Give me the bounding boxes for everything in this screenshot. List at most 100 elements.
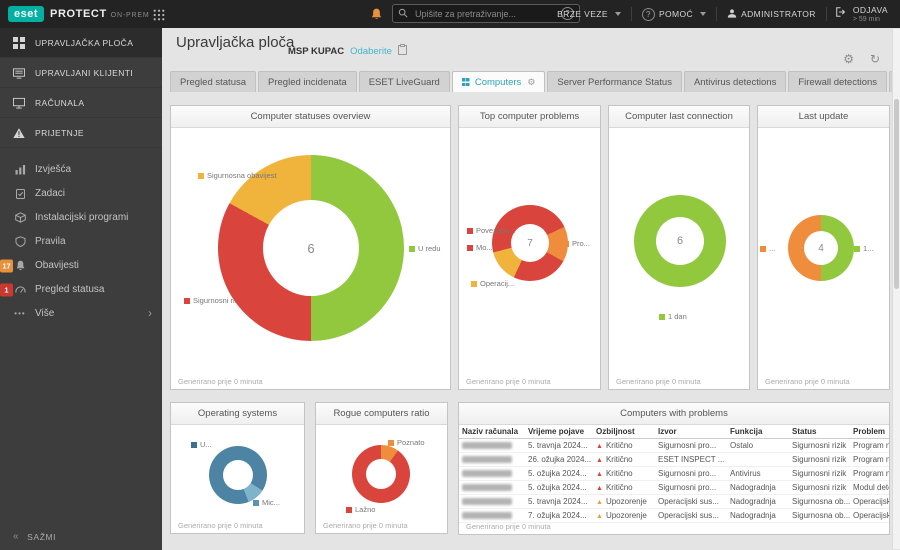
card-title[interactable]: Computer statuses overview (171, 106, 450, 128)
card-title[interactable]: Computer last connection (609, 106, 749, 128)
tab-label: Server Performance Status (557, 77, 672, 88)
app-grid-icon[interactable] (153, 8, 165, 26)
quick-links-label: BRZE VEZE (557, 9, 608, 19)
policies-shield-icon (14, 236, 26, 247)
sidebar-item-pravila[interactable]: Pravila (0, 229, 162, 253)
card-computer-last-connection: Computer last connection 6 1 dan Generir… (608, 105, 750, 390)
column-header-vrijeme-pojave[interactable]: Vrijeme pojave (525, 424, 593, 439)
column-header-ozbiljnost[interactable]: Ozbiljnost (593, 424, 655, 439)
dashboard-settings-gear-icon[interactable]: ⚙ (843, 52, 854, 66)
cell-function: Nadogradnja (727, 481, 789, 495)
donut-total: 6 (677, 235, 683, 247)
logout-label: ODJAVA (853, 5, 888, 15)
tab-firewall-detections[interactable]: Firewall detections (788, 71, 887, 92)
cell-severity: ▲Kritično (593, 439, 655, 453)
problems-donut-chart[interactable]: 7 (492, 205, 568, 281)
card-title[interactable]: Computers with problems (459, 403, 889, 425)
generated-timestamp: Generirano prije 0 minuta (466, 522, 551, 531)
column-header-izvor[interactable]: Izvor (655, 424, 727, 439)
cell-source: Operacijski sus... (655, 495, 727, 509)
refresh-icon[interactable]: ↻ (870, 52, 880, 66)
sidebar-item-vise[interactable]: ••• Više › (0, 301, 162, 325)
sidebar-item-izvjesca[interactable]: Izvješća (0, 157, 162, 181)
sidebar-item-upravljacka-ploca[interactable]: UPRAVLJAČKA PLOČA (0, 28, 162, 58)
legend-label: Povezano... (476, 226, 516, 235)
tab-pregled-incidenata[interactable]: Pregled incidenata (258, 71, 357, 92)
tab-eset-liveguard[interactable]: ESET LiveGuard (359, 71, 450, 92)
problems-table-head-row: Naziv računalaVrijeme pojaveOzbiljnostIz… (459, 424, 889, 439)
card-title[interactable]: Last update (758, 106, 889, 128)
collapse-sidebar-button[interactable]: « SAŽMI (13, 531, 56, 542)
last-connection-donut-chart[interactable]: 6 (634, 195, 726, 287)
problem-row[interactable]: 7. ožujka 2024...▲UpozorenjeOperacijski … (459, 509, 889, 523)
operating-systems-donut-chart[interactable] (209, 446, 267, 504)
problem-row[interactable]: 5. ožujka 2024...▲KritičnoSigurnosni pro… (459, 481, 889, 495)
problems-table: Naziv računalaVrijeme pojaveOzbiljnostIz… (459, 424, 889, 523)
search-input[interactable] (413, 8, 561, 20)
vertical-scrollbar[interactable] (892, 29, 900, 549)
legend-item: Mic... (253, 498, 280, 507)
cell-status: Sigurnosni rizik (789, 481, 850, 495)
legend-label: Sigurnosni ri... (193, 296, 241, 305)
sidebar-item-obavijesti[interactable]: 17 Obavijesti (0, 253, 162, 277)
tab-label: Pregled incidenata (268, 77, 347, 88)
help-icon: ? (642, 8, 655, 21)
legend-item: Povezano... (467, 226, 516, 235)
user-menu[interactable]: ADMINISTRATOR (717, 0, 826, 28)
notification-bell-icon[interactable] (370, 7, 383, 26)
search-icon (398, 5, 408, 23)
column-header-status[interactable]: Status (789, 424, 850, 439)
help-menu[interactable]: ? POMOĆ (632, 0, 716, 28)
tab-settings-gear-icon[interactable]: ⚙ (527, 77, 535, 88)
cell-function: Ostalo (727, 439, 789, 453)
sidebar-item-instalacijski-programi[interactable]: Instalacijski programi (0, 205, 162, 229)
sidebar-item-pregled-statusa[interactable]: 1 Pregled statusa (0, 277, 162, 301)
cell-time: 5. ožujka 2024... (525, 467, 593, 481)
cell-severity: ▲Kritično (593, 453, 655, 467)
problem-row[interactable]: 5. travnja 2024...▲UpozorenjeOperacijski… (459, 495, 889, 509)
tab-antivirus-detections[interactable]: Antivirus detections (684, 71, 786, 92)
customer-select-link[interactable]: Odaberite (350, 46, 392, 57)
sidebar-item-zadaci[interactable]: Zadaci (0, 181, 162, 205)
sidebar-item-label: Instalacijski programi (35, 212, 128, 223)
problem-row[interactable]: 5. ožujka 2024...▲KritičnoSigurnosni pro… (459, 467, 889, 481)
sidebar-item-prijetnje[interactable]: PRIJETNJE (0, 118, 162, 148)
legend-swatch (467, 228, 473, 234)
reports-icon (14, 164, 26, 175)
tab-computers[interactable]: Computers⚙ (452, 71, 546, 92)
statuses-donut-chart[interactable]: 6 (218, 155, 404, 341)
column-header-funkcija[interactable]: Funkcija (727, 424, 789, 439)
sidebar-item-upravljani-klijenti[interactable]: UPRAVLJANI KLIJENTI (0, 58, 162, 88)
tab-pregled-statusa[interactable]: Pregled statusa (170, 71, 256, 92)
cell-computer-name (459, 453, 525, 467)
card-title[interactable]: Rogue computers ratio (316, 403, 447, 425)
quick-links-menu[interactable]: BRZE VEZE (547, 0, 631, 28)
clipboard-icon[interactable] (398, 42, 407, 60)
rogue-ratio-donut-chart[interactable] (352, 445, 410, 503)
card-title[interactable]: Top computer problems (459, 106, 600, 128)
column-header-problem[interactable]: Problem (850, 424, 889, 439)
cell-problem: Modul detekcij... (850, 481, 889, 495)
problem-row[interactable]: 26. ožujka 2024...▲KritičnoESET INSPECT … (459, 453, 889, 467)
card-body: 4 ... 1... (758, 127, 889, 389)
last-update-donut-chart[interactable]: 4 (788, 215, 854, 281)
sidebar-item-label: Izvješća (35, 164, 71, 175)
card-top-computer-problems: Top computer problems 7 Povezano... Mo..… (458, 105, 601, 390)
sidebar-item-racunala[interactable]: RAČUNALA (0, 88, 162, 118)
card-title[interactable]: Operating systems (171, 403, 304, 425)
scrollbar-thumb[interactable] (894, 99, 899, 289)
sidebar-item-label: Zadaci (35, 188, 65, 199)
cell-source: Sigurnosni pro... (655, 481, 727, 495)
donut-total: 7 (527, 238, 533, 249)
problem-row[interactable]: 5. travnja 2024...▲KritičnoSigurnosni pr… (459, 439, 889, 453)
tab-server-performance-status[interactable]: Server Performance Status (547, 71, 682, 92)
legend-item: Sigurnosna obavijest (198, 171, 277, 180)
user-icon (727, 8, 737, 21)
sidebar-secondary-list: Izvješća Zadaci Instalacijski programi P… (0, 157, 162, 325)
collapse-icon: « (13, 531, 19, 542)
legend-swatch (467, 245, 473, 251)
cell-function: Nadogradnja (727, 495, 789, 509)
column-header-naziv-ra-unala[interactable]: Naziv računala (459, 424, 525, 439)
logout-button[interactable]: ODJAVA > 59 min (827, 5, 896, 23)
card-computer-statuses-overview: Computer statuses overview 6 Sigurnosna … (170, 105, 451, 390)
